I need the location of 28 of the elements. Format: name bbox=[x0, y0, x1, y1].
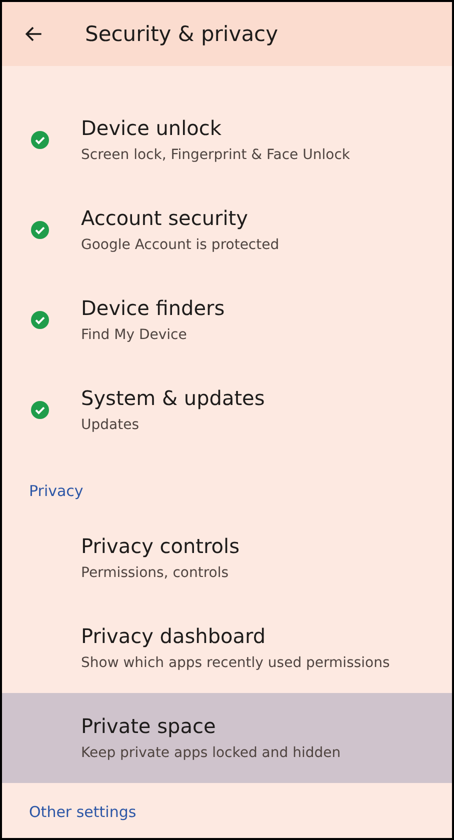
item-title: Account security bbox=[81, 206, 249, 230]
settings-item[interactable]: Device unlock Screen lock, Fingerprint & Face Unlock bbox=[2, 95, 452, 185]
item-summary: Show which apps recently used permissions bbox=[81, 654, 390, 672]
settings-item[interactable]: Account security Google Account is protected bbox=[2, 185, 452, 275]
section-heading: Other settings bbox=[29, 803, 136, 821]
check-circle-icon bbox=[30, 311, 48, 329]
item-title: System & updates bbox=[81, 386, 265, 410]
item-title: Privacy controls bbox=[81, 534, 240, 558]
item-title: Private space bbox=[81, 714, 217, 738]
item-title: Device unlock bbox=[81, 116, 222, 140]
item-summary: Find My Device bbox=[81, 326, 188, 344]
check-circle-icon bbox=[30, 401, 48, 419]
item-summary: Google Account is protected bbox=[81, 236, 280, 254]
settings-item[interactable]: Privacy dashboard Show which apps recently used permissions bbox=[2, 603, 452, 693]
settings-item[interactable]: Private space Keep private apps locked and hidden bbox=[2, 693, 452, 783]
check-circle-icon bbox=[30, 221, 48, 239]
settings-item[interactable]: System & updates Updates bbox=[2, 365, 452, 455]
item-summary: Permissions, controls bbox=[81, 564, 230, 582]
settings-item[interactable]: Privacy controls Permissions, controls bbox=[2, 513, 452, 603]
section-heading: Privacy bbox=[29, 482, 84, 500]
item-summary: Keep private apps locked and hidden bbox=[81, 744, 341, 762]
check-circle-icon bbox=[30, 131, 48, 149]
item-title: Device finders bbox=[81, 296, 225, 320]
item-summary: Updates bbox=[81, 416, 140, 434]
item-title: Privacy dashboard bbox=[81, 624, 267, 648]
item-summary: Screen lock, Fingerprint & Face Unlock bbox=[81, 146, 350, 164]
screen-title: Security & privacy bbox=[85, 22, 278, 46]
settings-item[interactable]: Device finders Find My Device bbox=[2, 275, 452, 365]
